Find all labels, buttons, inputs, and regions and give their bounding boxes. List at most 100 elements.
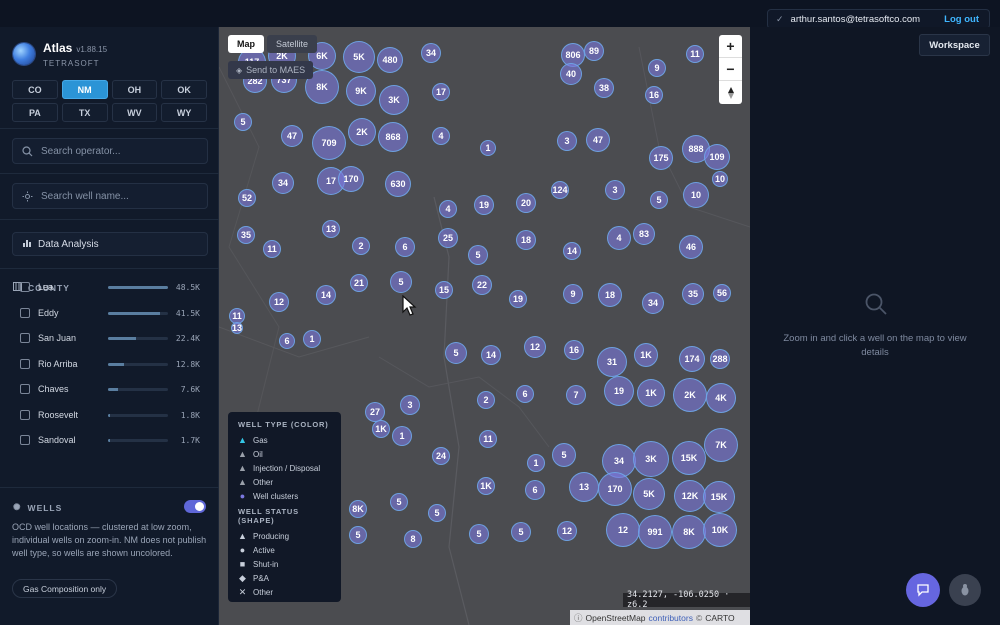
state-button[interactable]: PA [12,103,58,122]
well-cluster[interactable]: 1K [372,420,390,438]
county-checkbox[interactable] [20,410,30,420]
well-cluster[interactable]: 40 [560,63,582,85]
well-cluster[interactable]: 709 [312,126,346,160]
send-to-maes-button[interactable]: ◈ Send to MAES [228,61,314,79]
well-cluster[interactable]: 47 [281,125,303,147]
well-cluster[interactable]: 7 [566,385,586,405]
well-cluster[interactable]: 22 [472,275,492,295]
state-button[interactable]: WY [161,103,207,122]
zoom-in-button[interactable]: + [719,35,742,58]
osm-link[interactable]: OpenStreetMap [586,613,646,623]
well-cluster[interactable]: 14 [481,345,501,365]
well-cluster[interactable]: 38 [594,78,614,98]
county-row[interactable]: Roosevelt 1.8K [20,408,200,422]
well-cluster[interactable]: 1K [477,477,495,495]
state-button[interactable]: TX [61,103,108,122]
well-cluster[interactable]: 18 [598,283,622,307]
well-cluster[interactable]: 12 [524,336,546,358]
well-cluster[interactable]: 10 [683,182,709,208]
gas-composition-button[interactable]: Gas Composition only [12,579,118,598]
well-cluster[interactable]: 2 [352,237,370,255]
well-cluster[interactable]: 2 [477,391,495,409]
well-cluster[interactable]: 5 [468,245,488,265]
well-cluster[interactable]: 7K [704,428,738,462]
well-cluster[interactable]: 34 [421,43,441,63]
well-cluster[interactable]: 6 [525,480,545,500]
well-cluster[interactable]: 4 [432,127,450,145]
map-basemap-button[interactable]: Map [228,35,264,53]
well-cluster[interactable]: 8K [349,500,367,518]
well-cluster[interactable]: 9 [563,284,583,304]
well-cluster[interactable]: 1K [634,343,658,367]
well-cluster[interactable]: 5K [343,41,375,73]
well-cluster[interactable]: 27 [365,402,385,422]
well-cluster[interactable]: 20 [516,193,536,213]
well-cluster[interactable]: 15 [435,281,453,299]
well-cluster[interactable]: 3 [557,131,577,151]
well-cluster[interactable]: 1K [637,379,665,407]
county-checkbox[interactable] [20,384,30,394]
well-cluster[interactable]: 5 [552,443,576,467]
well-cluster[interactable]: 12K [674,480,706,512]
well-cluster[interactable]: 11 [686,45,704,63]
state-button[interactable]: WV [111,103,158,122]
well-cluster[interactable]: 16 [564,340,584,360]
data-analysis-button[interactable]: Data Analysis [12,232,208,256]
well-cluster[interactable]: 4 [607,226,631,250]
well-cluster[interactable]: 13 [322,220,340,238]
county-checkbox[interactable] [20,333,30,343]
well-cluster[interactable]: 19 [474,195,494,215]
county-row[interactable]: Rio Arriba 12.8K [20,357,200,371]
well-cluster[interactable]: 24 [432,447,450,465]
state-button-active[interactable]: NM [61,80,108,99]
well-cluster[interactable]: 34 [642,292,664,314]
well-cluster[interactable]: 6 [279,333,295,349]
logout-link[interactable]: Log out [944,14,979,25]
well-cluster[interactable]: 13 [569,472,599,502]
well-cluster[interactable]: 89 [584,41,604,61]
contributors-link[interactable]: contributors [649,613,693,623]
well-cluster[interactable]: 25 [438,228,458,248]
well-cluster[interactable]: 3 [400,395,420,415]
county-row[interactable]: San Juan 22.4K [20,331,200,345]
county-row[interactable]: Eddy 41.5K [20,306,200,320]
well-cluster[interactable]: 4K [706,383,736,413]
well-cluster[interactable]: 3K [633,441,669,477]
well-cluster[interactable]: 1 [480,140,496,156]
well-cluster[interactable]: 175 [649,146,673,170]
well-cluster[interactable]: 170 [338,166,364,192]
well-cluster[interactable]: 1 [392,426,412,446]
well-cluster[interactable]: 12 [269,292,289,312]
state-button[interactable]: OK [161,80,207,99]
well-cluster[interactable]: 9 [648,59,666,77]
well-cluster[interactable]: 19 [604,376,634,406]
well-cluster[interactable]: 109 [704,144,730,170]
satellite-basemap-button[interactable]: Satellite [267,35,318,53]
well-cluster[interactable]: 2K [348,118,376,146]
well-cluster[interactable]: 1 [303,330,321,348]
county-checkbox[interactable] [20,282,30,292]
well-cluster[interactable]: 124 [551,181,569,199]
well-cluster[interactable]: 11 [479,430,497,448]
well-cluster[interactable]: 21 [350,274,368,292]
workspace-button[interactable]: Workspace [919,34,990,56]
well-cluster[interactable]: 868 [378,122,408,152]
well-cluster[interactable]: 19 [509,290,527,308]
well-cluster[interactable]: 5 [234,113,252,131]
well-cluster[interactable]: 5 [445,342,467,364]
well-cluster[interactable]: 5 [511,522,531,542]
well-cluster[interactable]: 52 [238,189,256,207]
well-cluster[interactable]: 15K [672,441,706,475]
well-cluster[interactable]: 630 [385,171,411,197]
well-cluster[interactable]: 2K [673,378,707,412]
well-cluster[interactable]: 46 [679,235,703,259]
well-cluster[interactable]: 47 [586,128,610,152]
well-cluster[interactable]: 17 [432,83,450,101]
county-row[interactable]: Lea 48.5K [20,280,200,294]
wells-toggle[interactable] [184,500,206,513]
well-cluster[interactable]: 12 [606,513,640,547]
well-cluster[interactable]: 3 [605,180,625,200]
well-cluster[interactable]: 5 [428,504,446,522]
well-cluster[interactable]: 5 [349,526,367,544]
map-canvas[interactable]: 1172K6K5K4803480689112827378K9K3K1740389… [219,27,750,625]
